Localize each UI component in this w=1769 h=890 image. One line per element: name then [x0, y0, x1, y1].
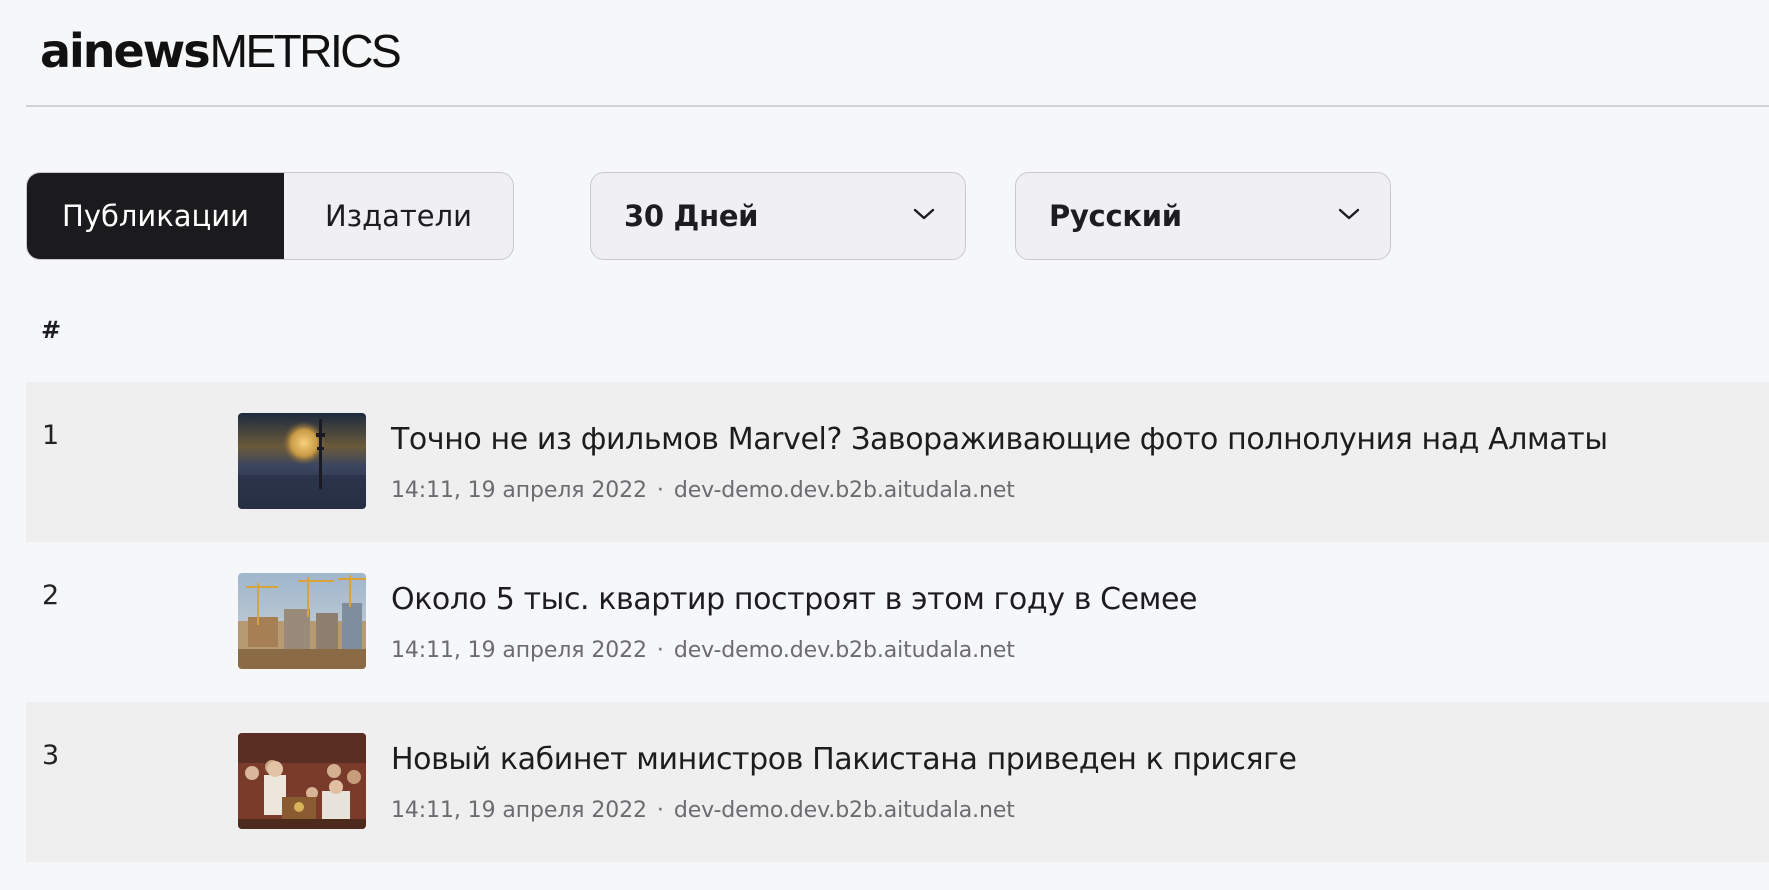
article-meta: 14:11, 19 апреля 2022 · dev-demo.dev.b2b.a… [391, 798, 1015, 823]
brand-logo[interactable]: ainews METRICS [40, 24, 402, 78]
period-select-value: 30 Дней [624, 199, 759, 233]
article-source-link[interactable]: dev-demo.dev.b2b.aitudala.net [674, 798, 1015, 823]
period-select[interactable]: 30 Дней [590, 172, 966, 260]
article-time: 14:11, 19 апреля 2022 [391, 478, 647, 503]
tab-publishers[interactable]: Издатели [284, 173, 513, 259]
meta-separator: · [656, 638, 664, 663]
article-title-link[interactable]: Новый кабинет министров Пакистана привед… [391, 742, 1297, 777]
row-rank: 3 [42, 740, 60, 771]
tab-publications-label: Публикации [62, 199, 249, 233]
tab-publications[interactable]: Публикации [27, 173, 284, 259]
meta-separator: · [656, 478, 664, 503]
header: ainews METRICS [26, 0, 1769, 107]
article-time: 14:11, 19 апреля 2022 [391, 638, 647, 663]
chevron-down-icon [1338, 208, 1360, 220]
article-thumbnail[interactable] [238, 733, 366, 829]
article-meta: 14:11, 19 апреля 2022 · dev-demo.dev.b2b.a… [391, 638, 1015, 663]
article-title-link[interactable]: Точно не из фильмов Marvel? Завораживающ… [391, 422, 1608, 457]
article-meta: 14:11, 19 апреля 2022 · dev-demo.dev.b2b.a… [391, 478, 1015, 503]
logo-sub-text: METRICS [209, 25, 402, 77]
article-source-link[interactable]: dev-demo.dev.b2b.aitudala.net [674, 638, 1015, 663]
article-source-link[interactable]: dev-demo.dev.b2b.aitudala.net [674, 478, 1015, 503]
rank-column-header: # [41, 316, 62, 344]
article-thumbnail[interactable] [238, 573, 366, 669]
article-time: 14:11, 19 апреля 2022 [391, 798, 647, 823]
table-row[interactable]: 1 Точно не из фильмов Marvel? Заворажива… [26, 382, 1769, 542]
chevron-down-icon [913, 208, 935, 220]
language-select-value: Русский [1049, 199, 1182, 233]
language-select[interactable]: Русский [1015, 172, 1391, 260]
meta-separator: · [656, 798, 664, 823]
article-title-link[interactable]: Около 5 тыс. квартир построят в этом год… [391, 582, 1197, 617]
table-row[interactable]: 2 Около 5 тыс. квартир построят в этом г… [26, 542, 1769, 702]
article-thumbnail[interactable] [238, 413, 366, 509]
logo-main-text: ainews [40, 24, 211, 78]
row-rank: 2 [42, 580, 60, 611]
row-rank: 1 [42, 420, 60, 451]
view-switcher: Публикации Издатели [26, 172, 514, 260]
tab-publishers-label: Издатели [324, 199, 473, 233]
table-row[interactable]: 3 Новый кабинет министров Пакистана прив… [26, 702, 1769, 862]
